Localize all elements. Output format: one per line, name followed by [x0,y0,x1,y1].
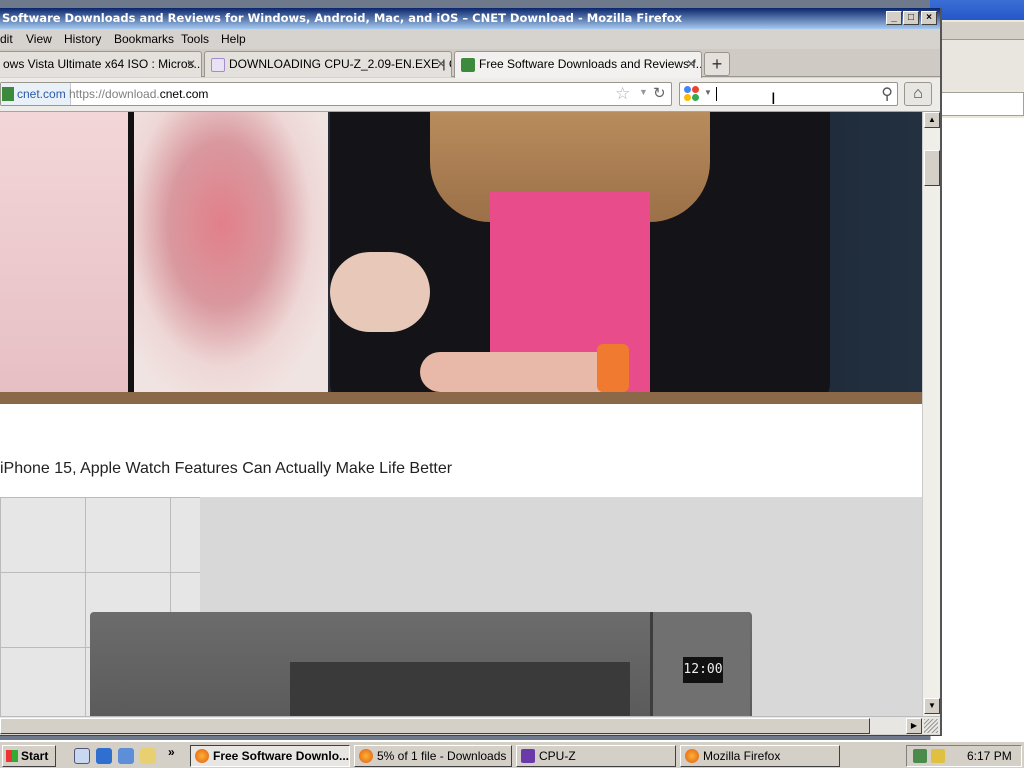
chevron-right-icon[interactable]: » [168,745,175,759]
menu-view[interactable]: View [26,29,52,49]
apple-watch [597,344,629,392]
tab-label: ows Vista Ultimate x64 ISO : Micros... [3,57,202,71]
security-icon[interactable] [931,749,945,763]
download-favicon-icon [461,57,475,72]
horizontal-scrollbar[interactable]: ▶ [0,716,940,734]
firefox-icon [685,749,699,763]
menu-edit[interactable]: dit [0,29,13,49]
desk-edge [0,392,922,404]
background-window-menubar [930,22,1024,40]
close-tab-icon[interactable]: ✕ [686,52,696,76]
tab-cpuz-download[interactable]: DOWNLOADING CPU-Z_2.09-EN.EXE | C... ✕ [204,51,452,77]
star-icon[interactable]: ☆ [615,85,630,103]
tab-label: Free Software Downloads and Reviews f... [479,57,702,71]
menu-bookmarks[interactable]: Bookmarks [114,29,174,49]
home-icon[interactable]: ⌂ [904,82,932,106]
background-window-field[interactable] [940,92,1024,116]
microwave-door [290,662,630,716]
vertical-scrollbar[interactable]: ▲ ▼ [922,112,940,716]
vertical-scroll-thumb[interactable] [924,150,940,186]
scroll-down-icon[interactable]: ▼ [924,698,940,714]
microwave-clock: 12:00 [683,657,723,683]
firefox-window: Software Downloads and Reviews for Windo… [0,8,942,736]
url-domain: cnet.com [159,87,209,101]
phone-illustration [128,112,328,392]
internet-explorer-icon[interactable] [96,748,112,764]
text-caret [716,87,717,101]
search-input[interactable]: ▼ ⚲ [679,82,898,106]
menu-bar: dit View History Bookmarks Tools Help [0,29,940,49]
article-headline-link[interactable]: iPhone 15, Apple Watch Features Can Actu… [0,460,452,478]
menu-help[interactable]: Help [221,29,246,49]
menu-tools[interactable]: Tools [181,29,209,49]
resize-grip-icon[interactable] [924,719,938,733]
search-engine-dropdown-icon[interactable]: ▼ [704,88,712,97]
system-tray: 6:17 PM [906,745,1022,767]
firefox-icon [359,749,373,763]
article-photo-microwave[interactable]: 12:00 [0,497,922,716]
cpuz-icon [521,749,535,763]
horizontal-scroll-thumb[interactable] [0,718,870,734]
taskbar: Start » Free Software Downlo... 5% of 1 … [0,740,1024,768]
window-title: Software Downloads and Reviews for Windo… [2,11,683,25]
taskbar-button-label: 5% of 1 file - Downloads [377,749,507,763]
window-titlebar[interactable]: Software Downloads and Reviews for Windo… [0,8,940,29]
person-arm [330,252,430,332]
close-icon[interactable]: × [921,11,937,25]
network-icon[interactable] [913,749,927,763]
site-identity-label: cnet.com [17,87,66,101]
microwave: 12:00 [90,612,752,716]
navigation-toolbar: cnet.com https://download.cnet.com ☆ ▼ ↻… [0,78,940,112]
close-tab-icon[interactable]: ✕ [436,52,446,76]
tab-vista-iso[interactable]: ows Vista Ultimate x64 ISO : Micros... ✕ [0,51,202,77]
explorer-icon[interactable] [140,748,156,764]
background-window-toolbar [930,40,1024,90]
url-bar[interactable]: cnet.com https://download.cnet.com ☆ ▼ ↻ [0,82,672,106]
background-window[interactable] [930,0,1024,740]
taskbar-button-label: Mozilla Firefox [703,749,781,763]
taskbar-button-label: Free Software Downlo... [213,749,350,763]
minimize-icon[interactable]: _ [886,11,902,25]
background-window-titlebar[interactable] [930,0,1024,20]
maximize-icon[interactable]: □ [903,11,919,25]
scroll-up-icon[interactable]: ▲ [924,112,940,128]
menu-history[interactable]: History [64,29,101,49]
text-cursor-icon: I [771,89,776,108]
windows-logo-icon [6,750,18,762]
dropdown-arrow-icon[interactable]: ▼ [639,87,648,97]
firefox-icon [195,749,209,763]
microwave-panel: 12:00 [650,612,750,716]
background-window-content [930,118,1024,740]
scroll-right-icon[interactable]: ▶ [906,718,922,734]
taskbar-button-firefox[interactable]: Mozilla Firefox [680,745,840,767]
article-photo-apple-watch[interactable] [0,112,922,404]
url-prefix: https://download. [69,87,160,101]
person-hands [420,352,620,392]
tab-bar: ows Vista Ultimate x64 ISO : Micros... ✕… [0,49,940,78]
taskbar-button-cpuz[interactable]: CPU-Z [516,745,676,767]
outlook-express-icon[interactable] [118,748,134,764]
start-button[interactable]: Start [2,745,56,767]
taskbar-button-firefox-active[interactable]: Free Software Downlo... [190,745,350,767]
url-text[interactable]: https://download.cnet.com [69,83,208,105]
new-tab-button[interactable]: + [704,52,730,76]
tab-free-software[interactable]: Free Software Downloads and Reviews f...… [454,51,702,78]
site-identity[interactable]: cnet.com [1,83,71,105]
start-label: Start [21,749,49,763]
close-tab-icon[interactable]: ✕ [186,52,196,76]
page-content: iPhone 15, Apple Watch Features Can Actu… [0,112,922,716]
taskbar-button-label: CPU-Z [539,749,576,763]
search-icon[interactable]: ⚲ [881,84,893,104]
site-favicon-icon [2,87,14,101]
taskbar-button-downloads[interactable]: 5% of 1 file - Downloads [354,745,512,767]
show-desktop-icon[interactable] [74,748,90,764]
cnet-favicon-icon [211,57,225,72]
taskbar-clock[interactable]: 6:17 PM [967,746,1012,766]
google-icon[interactable] [684,86,700,102]
reload-icon[interactable]: ↻ [653,84,666,102]
tab-label: DOWNLOADING CPU-Z_2.09-EN.EXE | C... [229,57,452,71]
